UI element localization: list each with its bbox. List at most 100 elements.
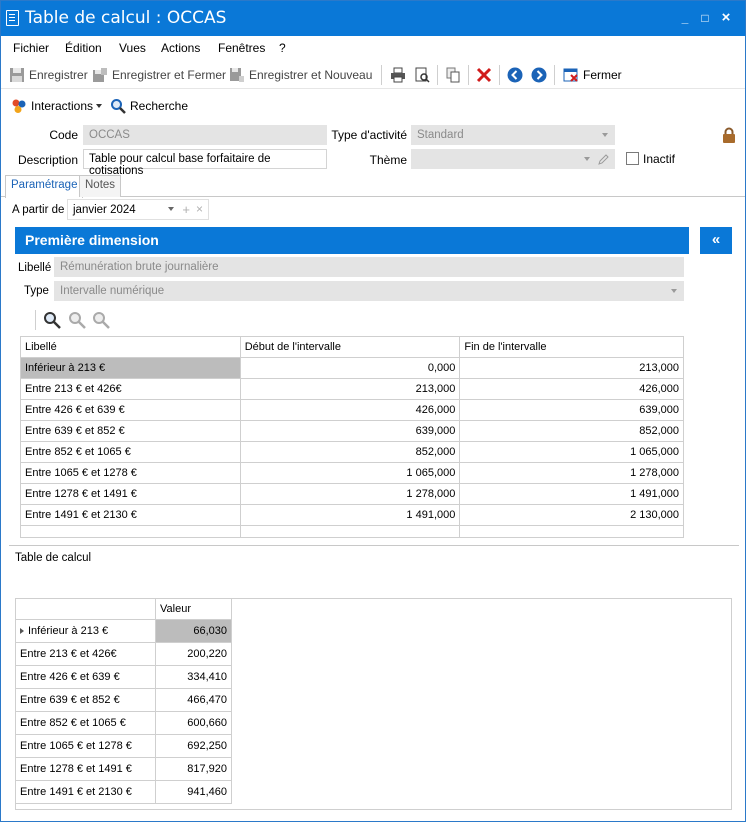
- tab-parametrage[interactable]: Paramétrage: [5, 175, 84, 198]
- dimension-type-select[interactable]: Intervalle numérique: [54, 281, 684, 301]
- row-label-cell[interactable]: Entre 1278 € et 1491 €: [20, 483, 241, 505]
- activity-type-select[interactable]: Standard: [411, 125, 615, 145]
- from-date-select[interactable]: janvier 2024 + ×: [67, 199, 209, 220]
- row-label-cell[interactable]: Entre 1491 € et 2130 €: [20, 504, 241, 526]
- row-label-cell[interactable]: Entre 639 € et 852 €: [20, 420, 241, 442]
- start-value-cell[interactable]: 1 491,000: [239, 504, 461, 526]
- table-row[interactable]: Entre 1065 € et 1278 €1 065,000 1 278,000: [20, 462, 684, 484]
- collapse-panel-button[interactable]: «: [700, 227, 732, 254]
- menu-vues[interactable]: Vues: [119, 41, 146, 55]
- end-value-cell[interactable]: 1 065,000: [459, 441, 684, 463]
- close-window-button[interactable]: ×: [718, 10, 734, 26]
- interactions-button[interactable]: Interactions: [11, 98, 103, 114]
- row-label-cell[interactable]: Entre 852 € et 1065 €: [20, 441, 241, 463]
- tab-bar: Paramétrage Notes: [1, 173, 745, 198]
- row-label-cell[interactable]: Inférieur à 213 €: [20, 357, 241, 379]
- calc-row-label-text: Entre 426 € et 639 €: [20, 671, 120, 683]
- calc-row[interactable]: Entre 213 € et 426€ 200,220: [15, 642, 232, 666]
- col-libelle[interactable]: Libellé: [20, 336, 241, 358]
- zoom-out-icon[interactable]: [92, 311, 110, 329]
- save-close-label: Enregistrer et Fermer: [112, 68, 227, 82]
- minimize-button[interactable]: _: [677, 10, 693, 26]
- row-label-cell[interactable]: Entre 1065 € et 1278 €: [20, 462, 241, 484]
- save-button[interactable]: Enregistrer: [9, 67, 88, 83]
- start-value-cell[interactable]: 852,000: [239, 441, 461, 463]
- description-field[interactable]: Table pour calcul base forfaitaire de co…: [83, 149, 327, 177]
- maximize-button[interactable]: □: [697, 10, 713, 26]
- inactive-checkbox[interactable]: [626, 152, 639, 165]
- copy-icon[interactable]: [445, 67, 461, 83]
- end-value-cell[interactable]: 1 278,000: [459, 462, 684, 484]
- end-value-cell[interactable]: 426,000: [459, 378, 684, 400]
- edit-pencil-icon[interactable]: [598, 153, 610, 165]
- calc-row[interactable]: Entre 852 € et 1065 € 600,660: [15, 711, 232, 735]
- interactions-label: Interactions: [31, 99, 94, 113]
- calc-row[interactable]: Entre 426 € et 639 € 334,410: [15, 665, 232, 689]
- table-row[interactable]: Entre 426 € et 639 €426,000 639,000: [20, 399, 684, 421]
- table-row[interactable]: Entre 639 € et 852 €639,000 852,000: [20, 420, 684, 442]
- calc-value-cell[interactable]: 941,460: [155, 780, 232, 804]
- calc-value-cell[interactable]: 817,920: [155, 757, 232, 781]
- calc-row-label: Entre 1491 € et 2130 €: [15, 780, 156, 804]
- zoom-icon[interactable]: [43, 311, 61, 329]
- col-valeur[interactable]: Valeur: [155, 598, 232, 620]
- save-close-button[interactable]: Enregistrer et Fermer: [92, 67, 226, 83]
- menu-fenetres[interactable]: Fenêtres: [218, 41, 265, 55]
- close-form-icon: [563, 68, 578, 82]
- calc-value-cell[interactable]: 692,250: [155, 734, 232, 758]
- zoom-in-icon[interactable]: [68, 311, 86, 329]
- end-value-cell[interactable]: 213,000: [459, 357, 684, 379]
- menu-actions[interactable]: Actions: [161, 41, 200, 55]
- calc-value-cell[interactable]: 466,470: [155, 688, 232, 712]
- table-row[interactable]: Entre 852 € et 1065 €852,000 1 065,000: [20, 441, 684, 463]
- calc-row[interactable]: Entre 1278 € et 1491 € 817,920: [15, 757, 232, 781]
- save-label: Enregistrer: [29, 68, 88, 82]
- table-row[interactable]: Entre 213 € et 426€ 213,000 426,000: [20, 378, 684, 400]
- next-icon[interactable]: [531, 67, 547, 83]
- start-value-cell[interactable]: 213,000: [239, 378, 461, 400]
- clear-icon[interactable]: ×: [196, 202, 203, 216]
- calc-value-cell[interactable]: 334,410: [155, 665, 232, 689]
- menu-fichier[interactable]: Fichier: [13, 41, 49, 55]
- calc-row-label-text: Entre 639 € et 852 €: [20, 694, 120, 706]
- row-label-cell[interactable]: Entre 213 € et 426€: [20, 378, 241, 400]
- table-row[interactable]: Entre 1491 € et 2130 €1 491,000 2 130,000: [20, 504, 684, 526]
- calc-row[interactable]: Inférieur à 213 € 66,030: [15, 619, 232, 643]
- col-fin[interactable]: Fin de l'intervalle: [459, 336, 684, 358]
- save-new-button[interactable]: Enregistrer et Nouveau: [229, 67, 372, 83]
- tab-notes[interactable]: Notes: [79, 175, 122, 197]
- row-label-cell[interactable]: Entre 426 € et 639 €: [20, 399, 241, 421]
- print-preview-icon[interactable]: [414, 67, 430, 83]
- theme-select[interactable]: [411, 149, 615, 169]
- start-value-cell[interactable]: 0,000: [239, 357, 461, 379]
- print-icon[interactable]: [390, 67, 406, 83]
- end-value-cell[interactable]: 2 130,000: [459, 504, 684, 526]
- calc-row[interactable]: Entre 1065 € et 1278 € 692,250: [15, 734, 232, 758]
- calc-value-cell[interactable]: 200,220: [155, 642, 232, 666]
- calc-row[interactable]: Entre 1491 € et 2130 € 941,460: [15, 780, 232, 804]
- calc-row[interactable]: Entre 639 € et 852 € 466,470: [15, 688, 232, 712]
- table-row-empty[interactable]: [20, 525, 684, 538]
- menu-help[interactable]: ?: [279, 41, 286, 55]
- start-value-cell[interactable]: 1 065,000: [239, 462, 461, 484]
- table-row[interactable]: Entre 1278 € et 1491 €1 278,000 1 491,000: [20, 483, 684, 505]
- table-row[interactable]: Inférieur à 213 €0,000 213,000: [20, 357, 684, 379]
- start-value-cell[interactable]: 1 278,000: [239, 483, 461, 505]
- calc-row-label: Entre 213 € et 426€: [15, 642, 156, 666]
- end-value-cell[interactable]: 852,000: [459, 420, 684, 442]
- start-value-cell[interactable]: 426,000: [239, 399, 461, 421]
- calc-row-label: Entre 852 € et 1065 €: [15, 711, 156, 735]
- add-icon[interactable]: +: [182, 202, 190, 217]
- search-button[interactable]: Recherche: [110, 98, 188, 114]
- previous-icon[interactable]: [507, 67, 523, 83]
- calc-value-cell[interactable]: 66,030: [155, 619, 232, 643]
- calc-value-cell[interactable]: 600,660: [155, 711, 232, 735]
- end-value-cell[interactable]: 639,000: [459, 399, 684, 421]
- menu-edition[interactable]: Édition: [65, 41, 102, 55]
- end-value-cell[interactable]: 1 491,000: [459, 483, 684, 505]
- start-value-cell[interactable]: 639,000: [239, 420, 461, 442]
- save-new-icon: [230, 68, 244, 82]
- delete-icon[interactable]: [476, 67, 492, 83]
- col-debut[interactable]: Début de l'intervalle: [239, 336, 461, 358]
- close-button[interactable]: Fermer: [563, 67, 622, 83]
